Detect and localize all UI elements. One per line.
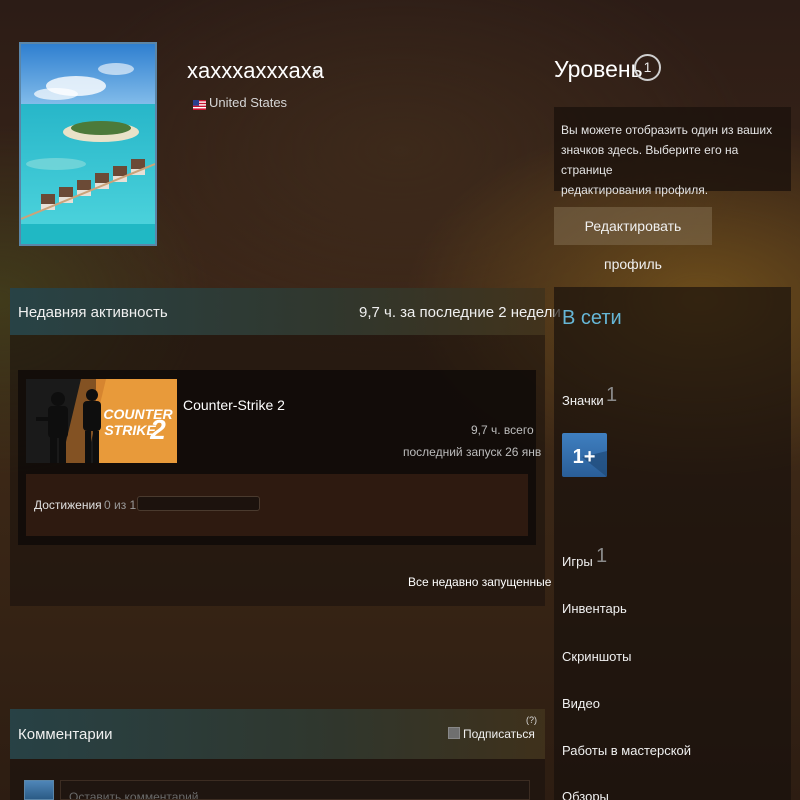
sidebar-item-games[interactable]: Игры [562, 554, 593, 569]
capsule-title-num: 2 [149, 414, 166, 445]
profile-avatar [19, 42, 157, 246]
subscribe-label[interactable]: Подписаться [463, 727, 535, 741]
games-count[interactable]: 1 [596, 545, 607, 568]
sidebar-item-inventory[interactable]: Инвентарь [562, 601, 627, 616]
game-name-link[interactable]: Counter-Strike 2 [183, 397, 285, 413]
us-flag-icon [193, 97, 206, 110]
badge-hint-line-2: значков здесь. Выберите его на странице [561, 143, 739, 177]
profile-country: United States [209, 95, 288, 110]
badge-1plus-icon[interactable]: 1+ [562, 433, 607, 477]
comments-title: Комментарии [18, 726, 113, 743]
achievements-label[interactable]: Достижения [34, 498, 102, 512]
comment-input[interactable]: Оставить комментарий [60, 780, 530, 800]
badges-count[interactable]: 1 [606, 384, 617, 407]
level-badge: 1 [634, 54, 661, 81]
online-status: В сети [562, 307, 622, 329]
badge-icon-text: 1+ [573, 446, 596, 468]
sidebar-item-reviews[interactable]: Обзоры [562, 789, 609, 800]
comment-avatar [24, 780, 54, 800]
level-label: Уровень [554, 56, 643, 82]
badge-hint-line-1: Вы можете отобразить один из ваших [561, 123, 773, 137]
game-total-hours: 9,7 ч. всего [471, 423, 534, 437]
username-dropdown-icon[interactable] [313, 70, 321, 75]
help-icon[interactable]: (?) [526, 715, 537, 725]
edit-profile-button[interactable]: Редактировать профиль [554, 207, 712, 272]
profile-username: xaxxxaxxxaxa [187, 58, 324, 83]
badge-hint-line-3: редактирования профиля. [561, 183, 709, 197]
achievements-progress-bar [137, 496, 260, 511]
all-recent-games-link[interactable]: Все недавно запущенные [408, 575, 551, 589]
recent-activity-title: Недавняя активность [18, 304, 168, 321]
capsule-title-2: STRIKE [104, 422, 156, 438]
sidebar-item-badges[interactable]: Значки [562, 393, 604, 408]
profile-sidebar [554, 287, 791, 800]
subscribe-checkbox[interactable] [448, 727, 460, 739]
sidebar-item-videos[interactable]: Видео [562, 696, 600, 711]
game-last-played: последний запуск 26 янв [403, 445, 542, 459]
achievements-count: 0 из 1 [104, 498, 137, 512]
recent-activity-hours: 9,7 ч. за последние 2 недели [359, 304, 561, 321]
sidebar-item-workshop[interactable]: Работы в мастерской [562, 743, 691, 758]
game-capsule-image[interactable]: COUNTER STRIKE 2 [26, 379, 177, 463]
featured-badge-hint: Вы можете отобразить один из ваших значк… [554, 107, 791, 197]
sidebar-item-screenshots[interactable]: Скриншоты [562, 649, 631, 664]
